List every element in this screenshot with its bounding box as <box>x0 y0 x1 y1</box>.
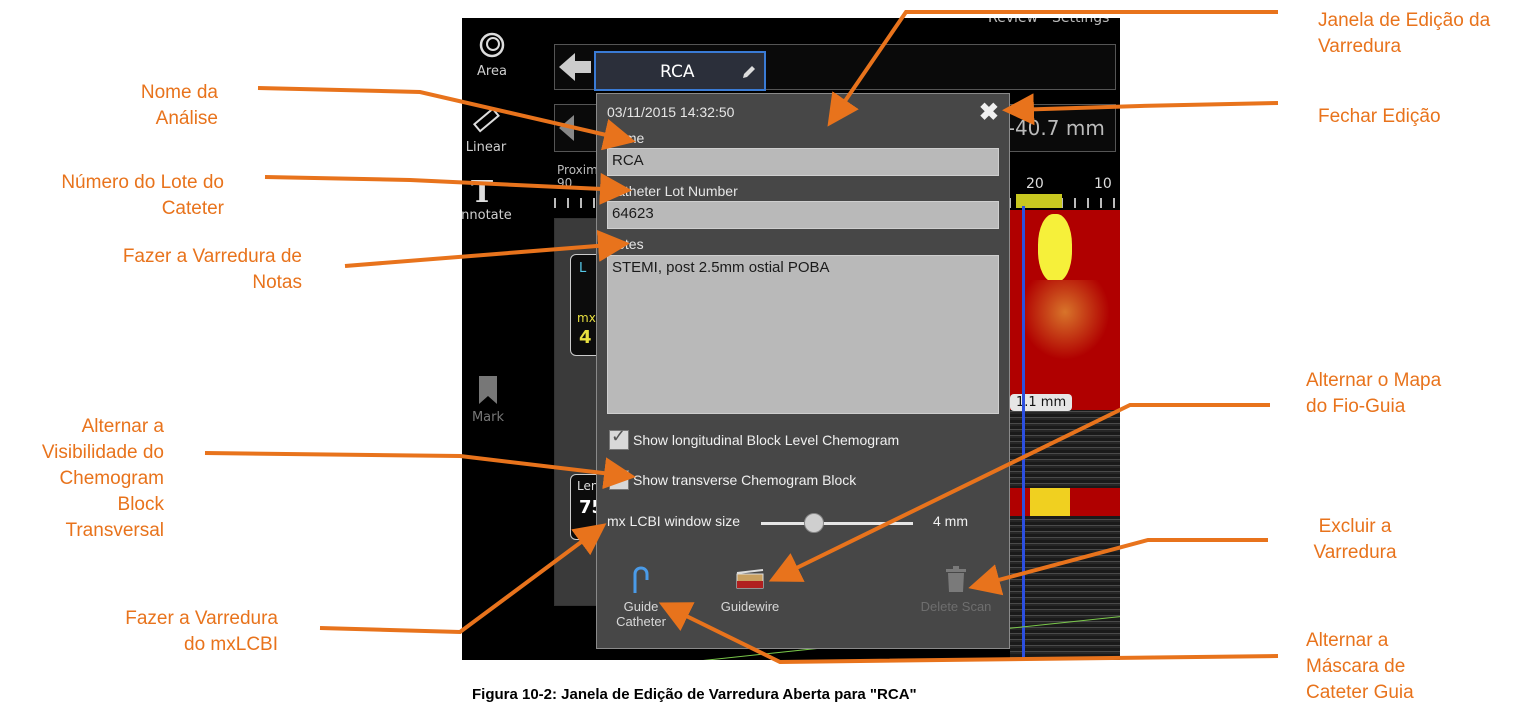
bookmark-icon <box>479 376 497 404</box>
callout-text: do Fio-Guia <box>1306 396 1406 417</box>
area-icon <box>479 32 505 58</box>
callout-text: Cateter Guia <box>1306 682 1414 703</box>
tool-annotate[interactable]: T Annotate <box>462 175 512 224</box>
distance-tag: 1.1 mm <box>1010 394 1073 411</box>
callout-text: Block <box>117 494 164 515</box>
longitudinal-chemogram-checkbox[interactable]: ✓ <box>609 426 629 450</box>
trash-icon <box>946 566 966 592</box>
callout-mxlcbi: Fazer a Varredura do mxLCBI <box>60 606 278 658</box>
guidewire-map-icon <box>736 569 764 589</box>
callout-text: Transversal <box>65 520 164 541</box>
callout-text: Fechar Edição <box>1318 106 1441 127</box>
callout-notas: Fazer a Varredura de Notas <box>60 244 302 296</box>
tool-mark[interactable]: Mark <box>462 374 518 425</box>
notes-field[interactable]: STEMI, post 2.5mm ostial POBA <box>607 255 999 414</box>
callout-text: Varredura <box>1318 36 1402 57</box>
checkmark-icon: ✓ <box>611 466 627 486</box>
callout-text: Janela de Edição da <box>1318 10 1491 31</box>
delete-scan-label: Delete Scan <box>920 599 992 614</box>
menu-review[interactable]: Review <box>988 18 1038 26</box>
scale-90: 90 <box>557 176 573 190</box>
callout-text: Alternar a <box>1306 630 1389 651</box>
mxlcbi-slider-label: mx LCBI window size <box>607 513 741 529</box>
mx-value: 4 <box>579 327 592 348</box>
figure-caption: Figura 10-2: Janela de Edição de Varredu… <box>472 686 917 703</box>
callout-text: Alternar a <box>81 416 164 437</box>
callout-text: Notas <box>252 272 302 293</box>
name-label: Name <box>607 130 645 146</box>
tool-linear[interactable]: Linear <box>462 106 516 155</box>
callout-janela-edicao: Janela de Edição da Varredura <box>1318 8 1540 60</box>
back-arrow-2-icon[interactable] <box>559 115 574 141</box>
guide-catheter-icon <box>633 566 649 593</box>
chemogram-block <box>1010 488 1120 516</box>
mx-label: mx <box>577 311 596 325</box>
tool-area-label: Area <box>477 64 507 79</box>
scan-tab[interactable]: RCA <box>594 51 766 91</box>
guidewire-label: Guidewire <box>720 599 780 614</box>
tool-mark-label: Mark <box>471 410 505 425</box>
guide-catheter-button[interactable]: Guide Catheter <box>611 564 671 629</box>
back-arrow-stem <box>573 61 591 73</box>
callout-text: Excluir a <box>1318 516 1392 537</box>
guide-catheter-label-2: Catheter <box>616 614 666 629</box>
scale-20: 20 <box>1026 176 1044 192</box>
proximal-label: Proxim <box>557 163 598 177</box>
transverse-chemogram-label: Show transverse Chemogram Block <box>633 472 857 488</box>
callout-text: Varredura <box>1313 542 1397 563</box>
callout-text: Cateter <box>161 198 224 219</box>
callout-text: Máscara de <box>1306 656 1406 677</box>
mxlcbi-slider-value: 4 mm <box>933 513 968 529</box>
callout-text: Nome da <box>140 82 218 103</box>
scale-10: 10 <box>1094 176 1112 192</box>
ruler-icon <box>472 107 500 133</box>
mxlcbi-slider-thumb[interactable] <box>804 513 825 533</box>
tool-area[interactable]: Area <box>462 30 522 79</box>
callout-text: Alternar o Mapa <box>1306 370 1442 391</box>
menu-settings[interactable]: Settings <box>1052 18 1109 26</box>
delete-scan-button[interactable]: Delete Scan <box>913 564 999 614</box>
chemogram-block-yellow <box>1030 488 1070 516</box>
callout-text: do mxLCBI <box>184 634 278 655</box>
pencil-icon[interactable] <box>740 63 758 81</box>
callout-text: Análise <box>155 108 218 129</box>
callout-excluir-varredura: Excluir a Varredura <box>1300 514 1410 566</box>
callout-mascara-cateter: Alternar a Máscara de Cateter Guia <box>1306 628 1506 706</box>
callout-text: Fazer a Varredura <box>125 608 278 629</box>
scan-edit-dialog: 03/11/2015 14:32:50 ✖ Name RCA Catheter … <box>596 93 1010 649</box>
callout-numero-lote: Número do Lote do Cateter <box>20 170 224 222</box>
close-icon[interactable]: ✖ <box>979 98 999 127</box>
notes-label: Notes <box>607 236 644 252</box>
scan-datetime: 03/11/2015 14:32:50 <box>607 104 735 120</box>
callout-chemogram-transversal: Alternar a Visibilidade do Chemogram Blo… <box>0 414 164 544</box>
lipid-blob <box>1038 214 1072 282</box>
mxlcbi-slider-track[interactable] <box>761 522 913 525</box>
chemogram-map <box>1010 210 1120 410</box>
callout-text: Visibilidade do <box>41 442 164 463</box>
callout-text: Chemogram <box>59 468 164 489</box>
lot-label: Catheter Lot Number <box>607 183 738 199</box>
name-field[interactable]: RCA <box>607 148 999 176</box>
callout-mapa-fio-guia: Alternar o Mapa do Fio-Guia <box>1306 368 1506 420</box>
lot-number-field[interactable]: 64623 <box>607 201 999 229</box>
callout-nome-da-analise: Nome da Análise <box>100 80 218 132</box>
callout-text: Fazer a Varredura de <box>122 246 302 267</box>
tool-annotate-label: Annotate <box>462 208 512 223</box>
lumen-label: L <box>579 261 587 276</box>
longitudinal-chemogram-label: Show longitudinal Block Level Chemogram <box>633 432 900 448</box>
callout-fechar-edicao: Fechar Edição <box>1318 104 1441 130</box>
tool-linear-label: Linear <box>465 140 507 155</box>
guidewire-button[interactable]: Guidewire <box>715 564 785 614</box>
position-marker[interactable] <box>1022 206 1025 660</box>
scan-tab-label: RCA <box>660 62 695 82</box>
callout-text: Número do Lote do <box>61 172 224 193</box>
measurement-value: 0-40.7 mm <box>995 116 1105 140</box>
guide-catheter-label-1: Guide <box>623 599 659 614</box>
checkmark-icon: ✓ <box>611 426 627 446</box>
text-t-icon: T <box>470 175 494 210</box>
transverse-chemogram-checkbox[interactable]: ✓ <box>609 466 629 490</box>
lipid-haze <box>1020 280 1110 360</box>
